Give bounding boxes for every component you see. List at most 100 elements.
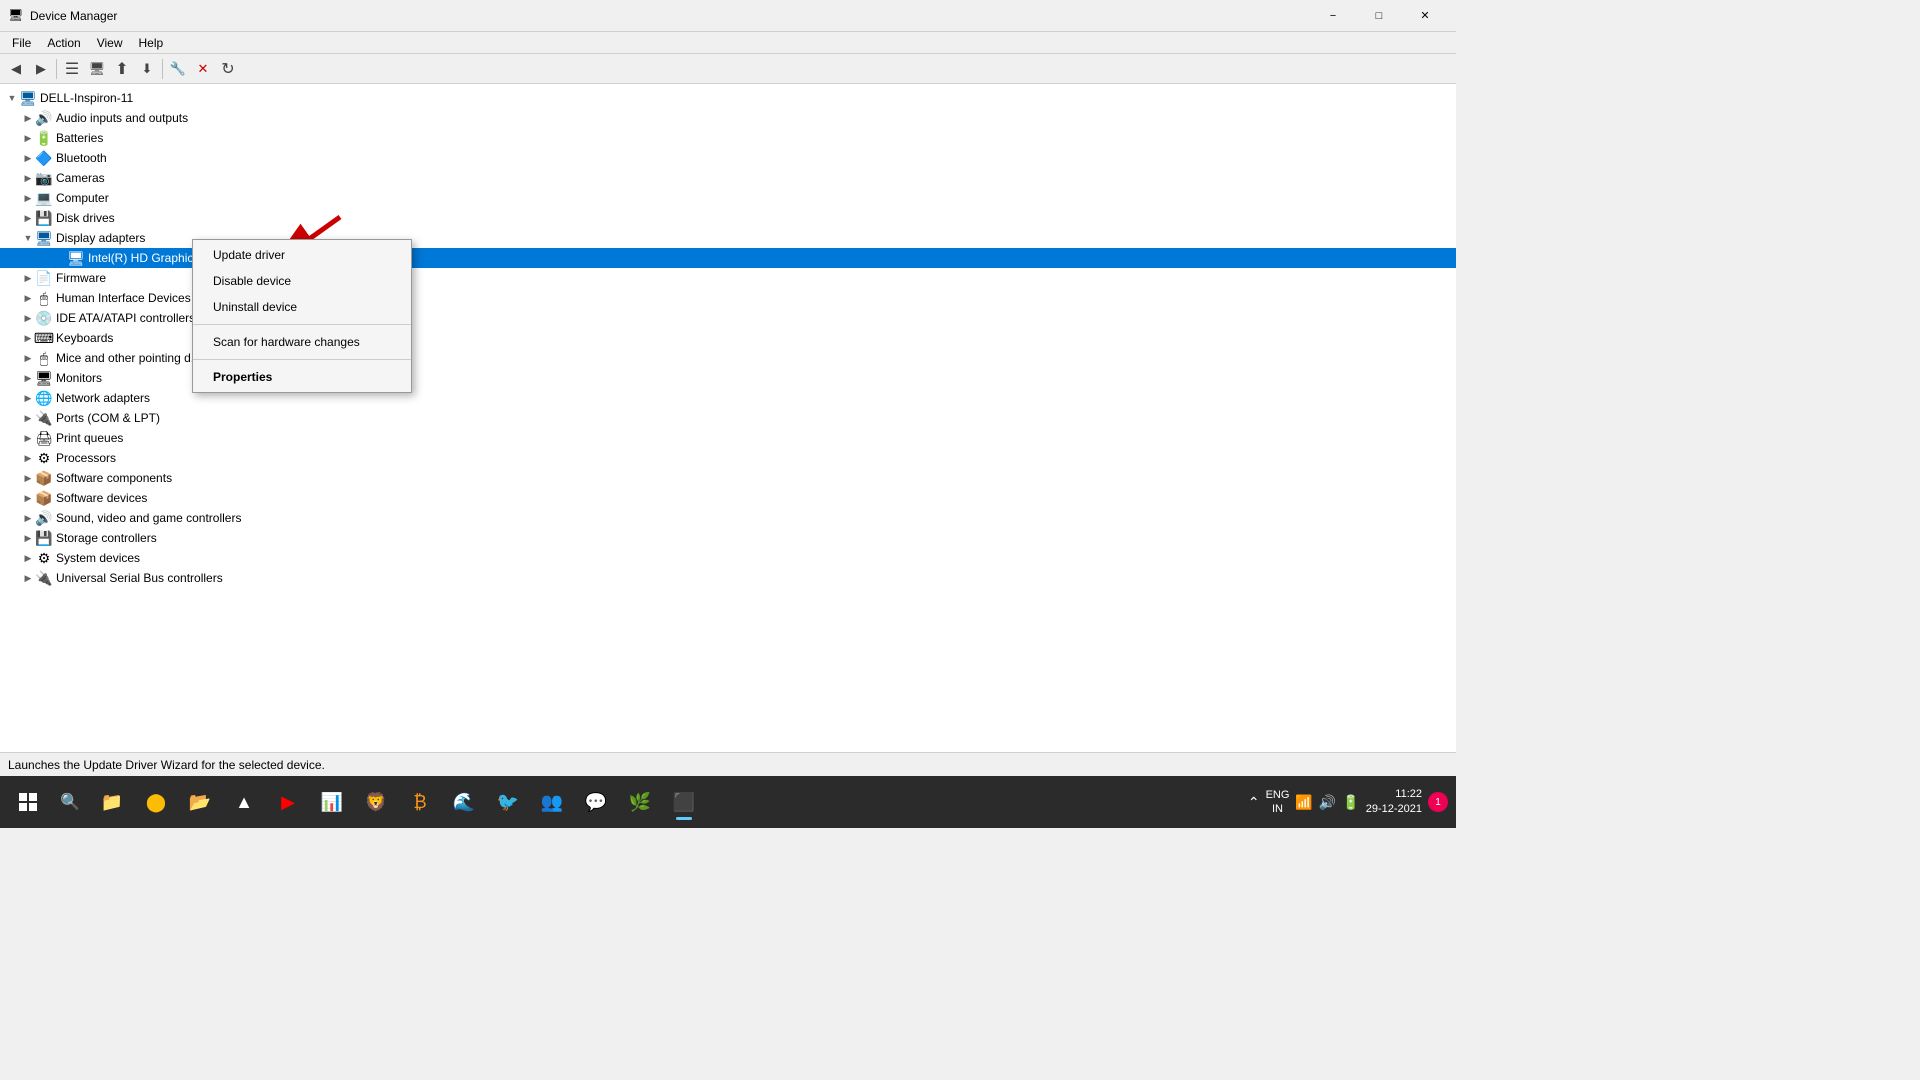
update-driver-toolbar-button[interactable]: ⬆: [110, 57, 134, 81]
maximize-button[interactable]: □: [1356, 0, 1402, 32]
batteries-expand-icon: ▶: [20, 130, 36, 146]
taskbar-edge[interactable]: 🌊: [444, 782, 484, 822]
tree-item-computer[interactable]: ▶ 💻 Computer: [0, 188, 1456, 208]
context-uninstall-device[interactable]: Uninstall device: [193, 294, 411, 320]
toolbar-separator-2: [162, 59, 163, 79]
tree-item-bluetooth[interactable]: ▶ 🔷 Bluetooth: [0, 148, 1456, 168]
taskbar-green-app[interactable]: 🌿: [620, 782, 660, 822]
software-dev-icon: 📦: [36, 490, 52, 506]
menu-help[interactable]: Help: [131, 34, 172, 52]
taskbar-folder[interactable]: 📂: [180, 782, 220, 822]
keyboards-icon: ⌨: [36, 330, 52, 346]
taskbar-whatsapp[interactable]: 💬: [576, 782, 616, 822]
storage-expand-icon: ▶: [20, 530, 36, 546]
keyboards-label: Keyboards: [56, 331, 113, 345]
taskbar-app-launcher[interactable]: ⬛: [664, 782, 704, 822]
audio-expand-icon: ▶: [20, 110, 36, 126]
taskbar-expand-icon[interactable]: ⌃: [1248, 794, 1260, 811]
batteries-icon: 🔋: [36, 130, 52, 146]
taskbar-sheets[interactable]: 📊: [312, 782, 352, 822]
monitors-label: Monitors: [56, 371, 102, 385]
start-button[interactable]: [8, 782, 48, 822]
show-connection-button[interactable]: 🖥: [85, 57, 109, 81]
root-icon: 🖥: [20, 90, 36, 106]
tree-root[interactable]: ▼ 🖥 DELL-Inspiron-11: [0, 88, 1456, 108]
tree-item-processors[interactable]: ▶ ⚙ Processors: [0, 448, 1456, 468]
disk-expand-icon: ▶: [20, 210, 36, 226]
tree-item-sound[interactable]: ▶ 🔊 Sound, video and game controllers: [0, 508, 1456, 528]
search-button[interactable]: 🔍: [52, 784, 88, 820]
computer-icon: 💻: [36, 190, 52, 206]
tree-item-software-comp[interactable]: ▶ 📦 Software components: [0, 468, 1456, 488]
tree-item-print[interactable]: ▶ 🖨 Print queues: [0, 428, 1456, 448]
tree-item-ports[interactable]: ▶ 🔌 Ports (COM & LPT): [0, 408, 1456, 428]
ide-icon: 💿: [36, 310, 52, 326]
tree-item-audio[interactable]: ▶ 🔊 Audio inputs and outputs: [0, 108, 1456, 128]
firmware-expand-icon: ▶: [20, 270, 36, 286]
taskbar-file-explorer[interactable]: 📁: [92, 782, 132, 822]
intel-hd-expand-icon: [52, 250, 68, 266]
taskbar-clock: 11:22 29-12-2021: [1366, 787, 1422, 818]
sound-expand-icon: ▶: [20, 510, 36, 526]
remove-device-button[interactable]: ✕: [191, 57, 215, 81]
tree-item-cameras[interactable]: ▶ 📷 Cameras: [0, 168, 1456, 188]
add-hardware-button[interactable]: 🔧: [166, 57, 190, 81]
hid-label: Human Interface Devices: [56, 291, 191, 305]
status-bar: Launches the Update Driver Wizard for th…: [0, 752, 1456, 776]
taskbar: 🔍 📁 ⬤ 📂 ▲ ▶ 📊 🦁 ₿ 🌊 🐦 👥 💬 🌿 ⬛ ⌃ ENGIN 📶 …: [0, 776, 1456, 828]
taskbar-youtube[interactable]: ▶: [268, 782, 308, 822]
minimize-button[interactable]: −: [1310, 0, 1356, 32]
system-label: System devices: [56, 551, 140, 565]
system-icon: ⚙: [36, 550, 52, 566]
display-label: Display adapters: [56, 231, 145, 245]
mice-expand-icon: ▶: [20, 350, 36, 366]
menu-view[interactable]: View: [89, 34, 131, 52]
processors-label: Processors: [56, 451, 116, 465]
software-dev-label: Software devices: [56, 491, 147, 505]
taskbar-chrome[interactable]: ⬤: [136, 782, 176, 822]
wifi-icon: 📶: [1295, 794, 1312, 811]
menu-file[interactable]: File: [4, 34, 39, 52]
context-separator-1: [193, 324, 411, 325]
rollback-button[interactable]: ⬇: [135, 57, 159, 81]
context-disable-device[interactable]: Disable device: [193, 268, 411, 294]
taskbar-twitter[interactable]: 🐦: [488, 782, 528, 822]
tree-item-disk-drives[interactable]: ▶ 💾 Disk drives: [0, 208, 1456, 228]
tree-item-software-dev[interactable]: ▶ 📦 Software devices: [0, 488, 1456, 508]
close-button[interactable]: ✕: [1402, 0, 1448, 32]
window-icon: 🖥: [8, 8, 24, 24]
show-properties-button[interactable]: ☰: [60, 57, 84, 81]
context-update-driver[interactable]: Update driver: [193, 242, 411, 268]
menu-action[interactable]: Action: [39, 34, 88, 52]
sound-label: Sound, video and game controllers: [56, 511, 241, 525]
taskbar-drive[interactable]: ▲: [224, 782, 264, 822]
clock-time: 11:22: [1366, 787, 1422, 802]
toolbar: ◀ ▶ ☰ 🖥 ⬆ ⬇ 🔧 ✕ ↻: [0, 54, 1456, 84]
tree-item-storage[interactable]: ▶ 💾 Storage controllers: [0, 528, 1456, 548]
cameras-icon: 📷: [36, 170, 52, 186]
tree-item-batteries[interactable]: ▶ 🔋 Batteries: [0, 128, 1456, 148]
context-scan-hardware[interactable]: Scan for hardware changes: [193, 329, 411, 355]
hid-expand-icon: ▶: [20, 290, 36, 306]
device-tree[interactable]: ▼ 🖥 DELL-Inspiron-11 ▶ 🔊 Audio inputs an…: [0, 84, 1456, 752]
print-icon: 🖨: [36, 430, 52, 446]
taskbar-brave[interactable]: 🦁: [356, 782, 396, 822]
context-properties[interactable]: Properties: [193, 364, 411, 390]
network-expand-icon: ▶: [20, 390, 36, 406]
monitors-icon: 🖥: [36, 370, 52, 386]
taskbar-lang: ENGIN: [1266, 788, 1290, 817]
window-title: Device Manager: [30, 9, 1310, 23]
usb-icon: 🔌: [36, 570, 52, 586]
taskbar-teams[interactable]: 👥: [532, 782, 572, 822]
forward-button[interactable]: ▶: [29, 57, 53, 81]
scan-hardware-toolbar-button[interactable]: ↻: [216, 57, 240, 81]
tree-item-system[interactable]: ▶ ⚙ System devices: [0, 548, 1456, 568]
notification-badge[interactable]: 1: [1428, 792, 1448, 812]
clock-date: 29-12-2021: [1366, 802, 1422, 817]
network-icon: 🌐: [36, 390, 52, 406]
taskbar-bitcoin[interactable]: ₿: [400, 782, 440, 822]
bluetooth-expand-icon: ▶: [20, 150, 36, 166]
tree-item-usb[interactable]: ▶ 🔌 Universal Serial Bus controllers: [0, 568, 1456, 588]
software-dev-expand-icon: ▶: [20, 490, 36, 506]
back-button[interactable]: ◀: [4, 57, 28, 81]
